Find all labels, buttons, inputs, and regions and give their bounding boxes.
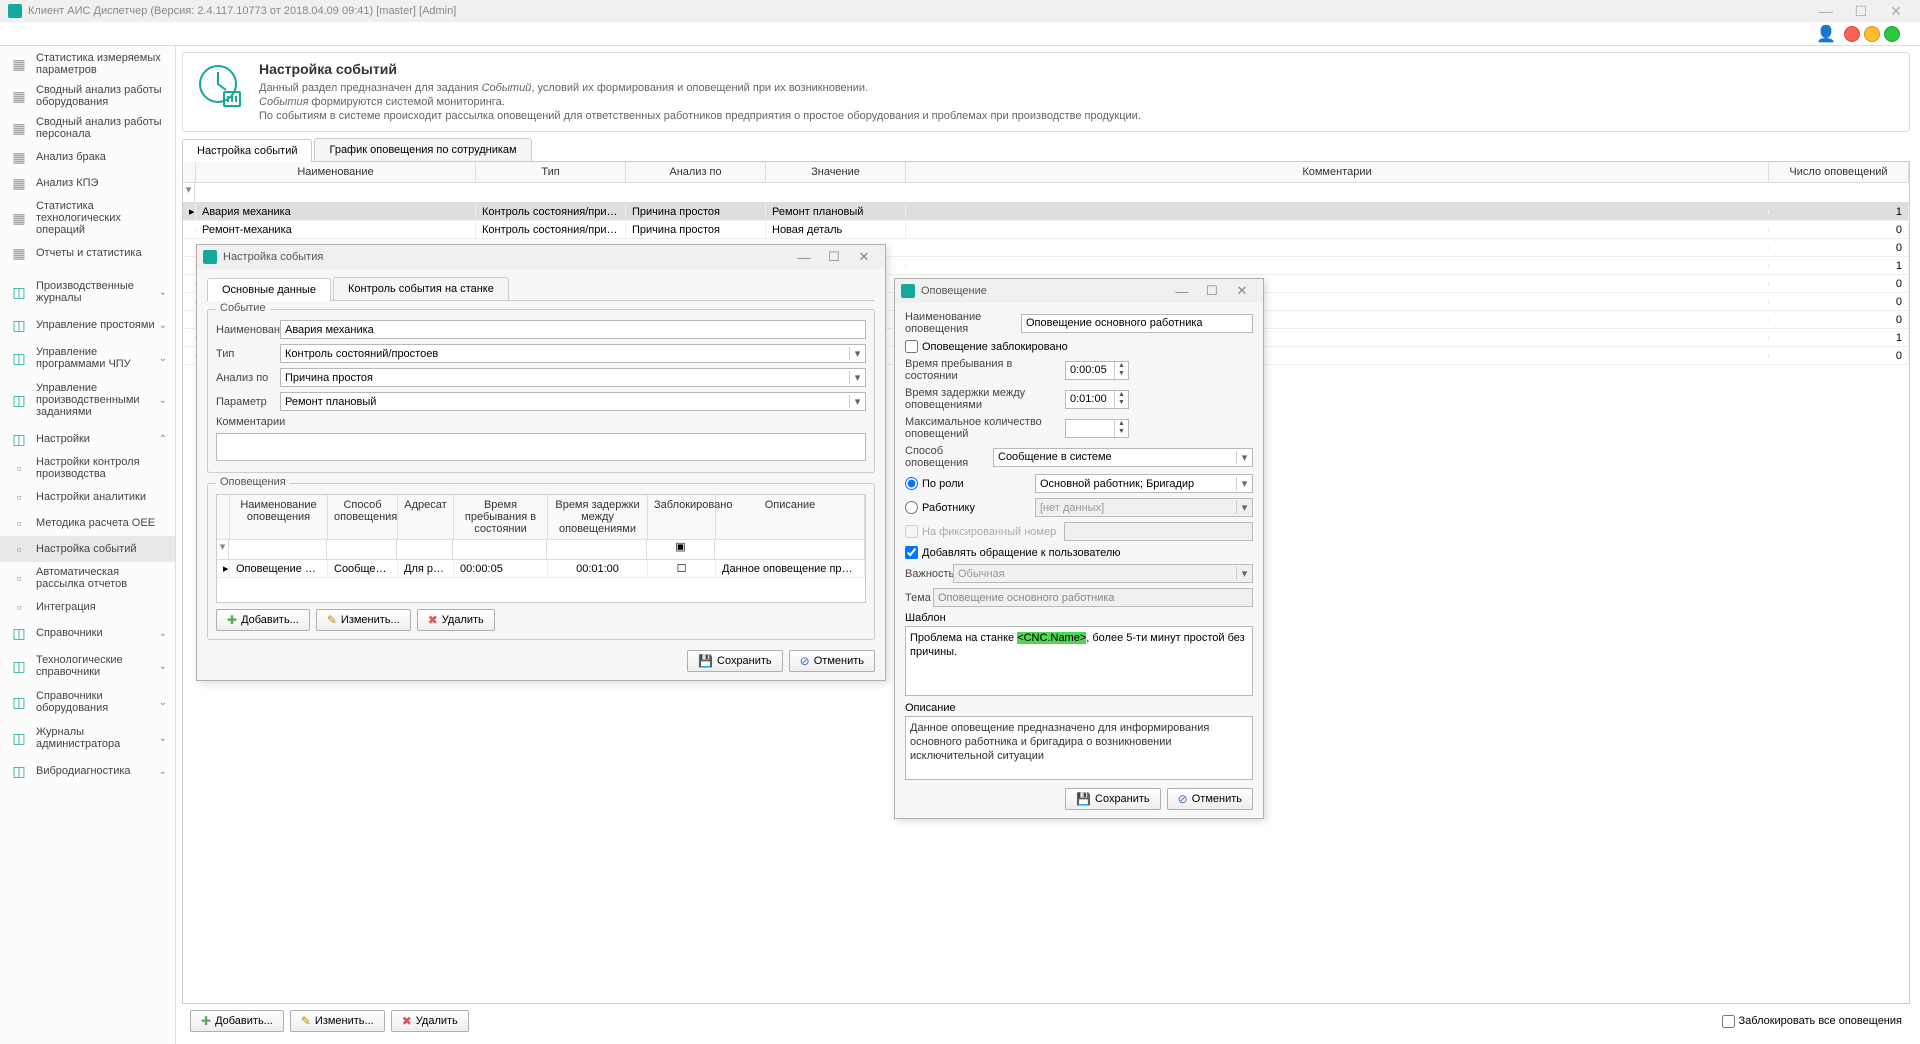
tab-machine-control[interactable]: Контроль события на станке [333, 277, 509, 300]
tab-main-data[interactable]: Основные данные [207, 278, 331, 301]
cancel-button[interactable]: ⊘Отменить [1167, 788, 1253, 810]
sidebar-item[interactable]: ▦Анализ брака [0, 144, 175, 170]
close-icon[interactable]: ✕ [1880, 3, 1912, 20]
template-input[interactable]: Проблема на станке <CNC.Name>, более 5-т… [905, 626, 1253, 696]
edit-button[interactable]: ✎Изменить... [290, 1010, 385, 1032]
employee-radio[interactable]: Работнику [905, 501, 1035, 514]
dialog-title: Настройка события [223, 251, 323, 263]
method-combo[interactable]: Сообщение в системе▾ [993, 448, 1253, 467]
minimize-icon[interactable]: — [1810, 3, 1842, 19]
tab-events[interactable]: Настройка событий [182, 139, 312, 162]
notif-delete-button[interactable]: ✖Удалить [417, 609, 495, 631]
sidebar-group[interactable]: ◫Настройки⌃ [0, 426, 175, 452]
add-button[interactable]: ✚Добавить... [190, 1010, 284, 1032]
sidebar-group[interactable]: ◫Вибродиагностика⌄ [0, 758, 175, 784]
sidebar-item[interactable]: ▦Статистика технологических операций [0, 196, 175, 240]
status-yellow-icon [1864, 26, 1880, 42]
sidebar-item[interactable]: ▦Анализ КПЭ [0, 170, 175, 196]
dialog-minimize-icon[interactable]: — [1167, 284, 1197, 299]
delete-button[interactable]: ✖Удалить [391, 1010, 469, 1032]
sidebar-group[interactable]: ◫Управление простоями⌄ [0, 312, 175, 338]
event-type-combo[interactable]: Контроль состояний/простоев▾ [280, 344, 866, 363]
page-title: Настройка событий [259, 61, 1141, 77]
max-spinner[interactable]: ▲▼ [1065, 419, 1129, 438]
event-param-combo[interactable]: Ремонт плановый▾ [280, 392, 866, 411]
sidebar-group[interactable]: ◫Справочники⌄ [0, 620, 175, 646]
sidebar-group[interactable]: ◫Справочники оборудования⌄ [0, 686, 175, 718]
event-dialog: Настройка события — ☐ ✕ Основные данные … [196, 244, 886, 681]
sidebar-item[interactable]: ▫Интеграция [0, 594, 175, 620]
sidebar: ▦Статистика измеряемых параметров▦Сводны… [0, 46, 176, 1044]
dialog-icon [203, 250, 217, 264]
titlebar: Клиент АИС Диспетчер (Версия: 2.4.117.10… [0, 0, 1920, 22]
sidebar-group[interactable]: ◫Управление программами ЧПУ⌄ [0, 342, 175, 374]
notif-grid[interactable]: Наименование оповещенияСпособ оповещения… [216, 494, 866, 603]
fixed-checkbox: На фиксированный номер [905, 525, 1056, 538]
save-button[interactable]: 💾Сохранить [687, 650, 783, 672]
sidebar-item[interactable]: ▫Методика расчета OEE [0, 510, 175, 536]
clock-icon [195, 61, 245, 111]
blocked-checkbox[interactable]: Оповещение заблокировано [905, 340, 1068, 353]
dialog-title: Оповещение [921, 285, 987, 297]
app-title: Клиент АИС Диспетчер (Версия: 2.4.117.10… [28, 5, 456, 17]
main-tabs: Настройка событий График оповещения по с… [182, 138, 1910, 162]
delay-spinner[interactable]: 0:01:00▲▼ [1065, 390, 1129, 409]
sidebar-group[interactable]: ◫Технологические справочники⌄ [0, 650, 175, 682]
description-input[interactable]: Данное оповещение предназначено для инфо… [905, 716, 1253, 780]
status-lights [1844, 26, 1900, 42]
dialog-maximize-icon[interactable]: ☐ [819, 249, 849, 265]
notification-dialog: Оповещение — ☐ ✕ Наименование оповещения… [894, 278, 1264, 819]
sidebar-item[interactable]: ▦Сводный анализ работы персонала [0, 112, 175, 144]
table-row[interactable]: Ремонт-механикаКонтроль состояния/причин… [183, 221, 1909, 239]
notif-add-button[interactable]: ✚Добавить... [216, 609, 310, 631]
dialog-icon [901, 284, 915, 298]
adduser-checkbox[interactable]: Добавлять обращение к пользователю [905, 546, 1121, 559]
sidebar-item[interactable]: ▫Автоматическая рассылка отчетов [0, 562, 175, 594]
event-comment-input[interactable] [216, 433, 866, 461]
sidebar-item[interactable]: ▫Настройки аналитики [0, 484, 175, 510]
page-header: Настройка событий Данный раздел предназн… [182, 52, 1910, 132]
dialog-close-icon[interactable]: ✕ [849, 249, 879, 265]
topbar: 👤 [0, 22, 1920, 46]
stay-spinner[interactable]: 0:00:05▲▼ [1065, 361, 1129, 380]
window-buttons: — ☐ ✕ [1810, 3, 1912, 20]
dialog-maximize-icon[interactable]: ☐ [1197, 283, 1227, 299]
content: Настройка событий Данный раздел предназн… [176, 46, 1920, 1044]
role-combo[interactable]: Основной работник; Бригадир▾ [1035, 474, 1253, 493]
sidebar-item[interactable]: ▦Отчеты и статистика [0, 240, 175, 266]
app-icon [8, 4, 22, 18]
footer-bar: ✚Добавить... ✎Изменить... ✖Удалить Забло… [182, 1004, 1910, 1038]
event-analysis-combo[interactable]: Причина простоя▾ [280, 368, 866, 387]
notif-edit-button[interactable]: ✎Изменить... [316, 609, 411, 631]
status-green-icon [1884, 26, 1900, 42]
status-red-icon [1844, 26, 1860, 42]
user-icon[interactable]: 👤 [1816, 24, 1836, 44]
maximize-icon[interactable]: ☐ [1845, 3, 1877, 20]
save-button[interactable]: 💾Сохранить [1065, 788, 1161, 810]
sidebar-item[interactable]: ▦Статистика измеряемых параметров [0, 48, 175, 80]
sidebar-item[interactable]: ▦Сводный анализ работы оборудования [0, 80, 175, 112]
sidebar-item[interactable]: ▫Настройки контроля производства [0, 452, 175, 484]
notif-name-input[interactable] [1021, 314, 1253, 333]
cancel-button[interactable]: ⊘Отменить [789, 650, 875, 672]
block-all-checkbox[interactable]: Заблокировать все оповещения [1722, 1015, 1903, 1028]
table-row[interactable]: ▸Авария механикаКонтроль состояния/причи… [183, 203, 1909, 221]
table-row[interactable]: ▸ Оповещение основ... Сообщение в ... Дл… [217, 560, 865, 578]
sidebar-group[interactable]: ◫Производственные журналы⌄ [0, 276, 175, 308]
sidebar-item[interactable]: ▫Настройка событий [0, 536, 175, 562]
tab-schedule[interactable]: График оповещения по сотрудникам [314, 138, 531, 161]
dialog-close-icon[interactable]: ✕ [1227, 283, 1257, 299]
sidebar-group[interactable]: ◫Журналы администратора⌄ [0, 722, 175, 754]
dialog-minimize-icon[interactable]: — [789, 250, 819, 265]
role-radio[interactable]: По роли [905, 477, 1035, 490]
event-name-input[interactable] [280, 320, 866, 339]
sidebar-group[interactable]: ◫Управление производственными заданиями⌄ [0, 378, 175, 422]
